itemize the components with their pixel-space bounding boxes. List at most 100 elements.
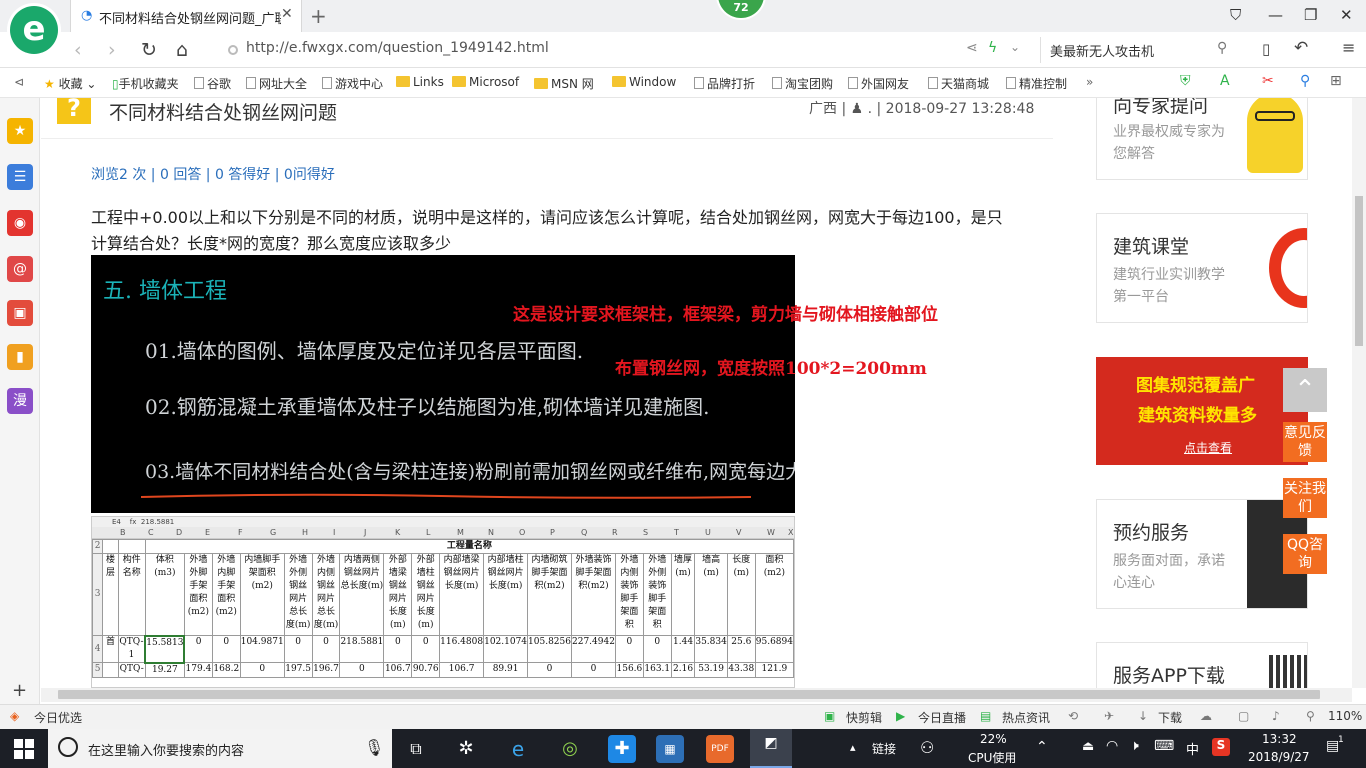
status-item[interactable]: 快剪辑 [846,709,882,726]
bookmark-item[interactable]: MSN 网 [534,75,594,92]
task-view-icon[interactable]: ⧉ [402,735,430,763]
appointment-card[interactable]: 预约服务 服务面对面，承诺心连心 [1096,499,1308,609]
clock-date[interactable]: 2018/9/27 [1248,750,1310,764]
bookmark-item[interactable]: 精准控制 [1006,75,1067,92]
pdf-reader-icon[interactable]: PDF [706,735,734,763]
bookmark-item[interactable]: Window [612,75,676,89]
qq-consult-button[interactable]: QQ咨询 [1283,534,1327,574]
skin-shirt-icon[interactable]: ⛉ [1230,6,1241,24]
sidebar-toggle-icon[interactable]: ⊲ [14,75,24,89]
favorites-star-icon[interactable]: ★ [7,118,33,144]
game-icon[interactable]: ▣ [7,300,33,326]
horizontal-scroll-thumb[interactable] [58,690,1320,699]
reload-icon[interactable]: ↻ [141,39,157,61]
novel-book-icon[interactable]: ▮ [7,344,33,370]
clock-time[interactable]: 13:32 [1262,732,1297,746]
update-count-badge[interactable]: 72 [718,0,764,18]
url-bar[interactable]: http://e.fwxgx.com/question_1949142.html… [222,37,1032,63]
volume-icon[interactable]: ♪ [1272,709,1280,723]
new-tab-icon[interactable]: + [310,4,327,28]
shield-icon[interactable]: ⛨ [1180,73,1191,89]
status-item[interactable]: 今日直播 [918,709,966,726]
active-app-icon[interactable]: ◩ [750,729,792,768]
comic-icon[interactable]: 漫 [7,388,33,414]
wifi-icon[interactable]: ◠ [1106,738,1118,754]
mail-icon[interactable]: @ [7,256,33,282]
usb-icon[interactable]: ⏏ [1082,739,1094,754]
news-list-icon[interactable]: ☰ [7,164,33,190]
taskbar-search-box[interactable]: 在这里输入你要搜索的内容 🎙 [48,729,392,768]
sogou-ime-icon[interactable]: S [1212,738,1230,756]
undo-icon[interactable]: ↶ [1294,38,1308,58]
pin-icon[interactable]: ✈ [1104,709,1114,723]
app-blue-icon[interactable]: ✚ [608,735,636,763]
vertical-scroll-thumb[interactable] [1355,196,1363,346]
site-info-icon[interactable] [228,45,238,55]
follow-us-button[interactable]: 关注我们 [1283,478,1327,518]
windows-start-icon[interactable] [14,739,34,759]
feedback-button[interactable]: 意见反馈 [1283,422,1327,462]
chevron-up-icon[interactable]: ⌃ [1036,739,1048,755]
search-icon[interactable]: ⚲ [1217,40,1227,56]
bookmark-item[interactable]: Links [396,75,444,89]
forward-icon[interactable]: › [108,39,116,61]
bookmark-item[interactable]: 外国网友 [848,75,909,92]
back-icon[interactable]: ‹ [74,39,82,61]
url-text[interactable]: http://e.fwxgx.com/question_1949142.html [246,40,549,56]
share-icon[interactable]: ⋖ [966,40,978,56]
ask-expert-card[interactable]: 向专家提问 业界最权威专家为您解答 [1096,98,1308,180]
accelerate-icon[interactable]: ⟲ [1068,709,1078,723]
edge-browser-icon[interactable]: e [504,735,532,763]
tab-close-icon[interactable]: ✕ [281,6,293,22]
phone-icon[interactable]: ▯ [1262,40,1270,58]
minimize-icon[interactable]: — [1268,6,1283,24]
app-download-card[interactable]: 服务APP下载 [1096,642,1308,688]
taskbar-search-input[interactable]: 在这里输入你要搜索的内容 [88,740,244,759]
bookmark-item[interactable]: 淘宝团购 [772,75,833,92]
building-class-card[interactable]: 建筑课堂 建筑行业实训教学第一平台 [1096,213,1308,323]
home-icon[interactable]: ⌂ [176,39,188,61]
bookmark-item[interactable]: Microsof [452,75,519,89]
vertical-scrollbar[interactable] [1352,98,1366,688]
bookmark-item[interactable]: 网址大全 [246,75,307,92]
promo-banner[interactable]: 图集规范覆盖广 建筑资料数量多 点击查看 [1096,357,1308,465]
weibo-icon[interactable]: ◉ [7,210,33,236]
today-pick-label[interactable]: 今日优选 [34,709,82,726]
microphone-icon[interactable]: 🎙 [364,738,384,757]
ime-language[interactable]: 中 [1186,739,1199,758]
lightning-icon[interactable]: ϟ [988,40,997,56]
grid-apps-icon[interactable]: ⊞ [1330,73,1342,89]
bookmark-item[interactable]: ▯手机收藏夹 [112,75,179,92]
browser-logo[interactable]: e [10,6,58,54]
bookmark-item[interactable]: ★ 收藏 ⌄ [44,75,96,92]
app-swirl-icon[interactable]: ◎ [556,735,584,763]
search-input[interactable]: 美最新无人攻击机 [1050,41,1154,60]
file-explorer-icon[interactable]: ▦ [656,735,684,763]
people-icon[interactable]: ⚇ [920,738,934,757]
bookmark-item[interactable]: 游戏中心 [322,75,383,92]
zoom-level[interactable]: 110% [1328,709,1362,723]
tray-expand-icon[interactable]: ▴ [850,741,856,754]
more-bookmarks-icon[interactable]: » [1086,75,1093,89]
sync-icon[interactable]: ☁ [1200,709,1212,723]
tray-link-label[interactable]: 链接 [872,740,896,757]
browser-tab[interactable]: ◔ 不同材料结合处钢丝网问题_广联 ✕ [70,0,302,32]
search-box[interactable]: 美最新无人攻击机 ⚲ [1040,37,1240,63]
zoom-search-icon[interactable]: ⚲ [1300,73,1310,89]
screenshot-scissors-icon[interactable]: ✂ [1262,73,1274,89]
window-icon[interactable]: ▢ [1238,709,1249,723]
status-item[interactable]: 热点资讯 [1002,709,1050,726]
translate-icon[interactable]: A [1220,73,1230,89]
question-stats[interactable]: 浏览2 次 | 0 回答 | 0 答得好 | 0问得好 [91,164,335,184]
restore-icon[interactable]: ❐ [1304,6,1317,24]
status-item[interactable]: 下载 [1158,709,1182,726]
bookmark-item[interactable]: 天猫商城 [928,75,989,92]
pinwheel-app-icon[interactable]: ✲ [452,735,480,763]
menu-icon[interactable]: ≡ [1342,38,1355,57]
banner-link[interactable]: 点击查看 [1184,439,1232,456]
chevron-down-icon[interactable]: ⌄ [1010,40,1020,54]
add-sidebar-icon[interactable]: + [12,680,27,701]
back-to-top-icon[interactable]: ⌃ [1283,368,1327,412]
volume-mute-icon[interactable]: 🕨 [1130,738,1139,754]
keyboard-icon[interactable]: ⌨ [1154,738,1174,754]
